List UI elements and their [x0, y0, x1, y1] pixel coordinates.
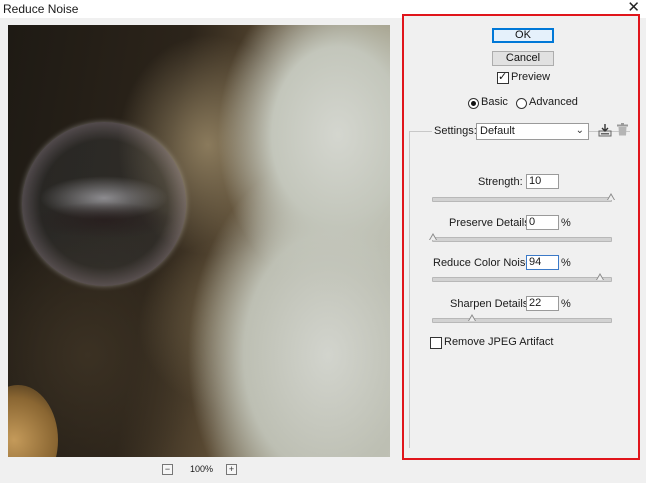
preserve-details-slider-handle[interactable]: [429, 233, 437, 240]
advanced-radio[interactable]: [516, 98, 527, 109]
save-settings-icon[interactable]: [598, 123, 612, 137]
preserve-details-slider[interactable]: [429, 233, 612, 242]
basic-radio[interactable]: [468, 98, 479, 109]
reduce-color-noise-field[interactable]: 94: [526, 255, 559, 270]
preview-checkbox[interactable]: [497, 70, 509, 84]
settings-panel: OK Cancel Preview Basic Advanced Setting…: [402, 14, 640, 460]
background-blob: [8, 385, 58, 457]
basic-label: Basic: [481, 96, 508, 108]
cancel-button[interactable]: Cancel: [492, 51, 554, 66]
reduce-color-noise-label: Reduce Color Noise:: [433, 257, 535, 269]
strength-slider-handle[interactable]: [607, 193, 615, 200]
remove-jpeg-artifact-label: Remove JPEG Artifact: [444, 336, 554, 348]
settings-label: Settings:: [432, 125, 479, 138]
zoom-level: 100%: [190, 464, 214, 474]
remove-jpeg-artifact-checkbox[interactable]: [430, 337, 442, 349]
zoom-out-button[interactable]: −: [162, 463, 173, 475]
advanced-label: Advanced: [529, 96, 578, 108]
preserve-details-field[interactable]: 0: [526, 215, 559, 230]
reduce-color-noise-slider[interactable]: [432, 273, 612, 282]
image-preview[interactable]: [8, 25, 390, 457]
strength-field[interactable]: 10: [526, 174, 559, 189]
ok-button[interactable]: OK: [492, 28, 554, 43]
zoom-controls: − 100% +: [162, 463, 237, 475]
strength-label: Strength:: [478, 176, 523, 188]
sharpen-details-percent: %: [561, 298, 571, 310]
chevron-down-icon: ⌄: [575, 125, 584, 136]
reduce-color-noise-slider-handle[interactable]: [596, 273, 605, 280]
window-title: Reduce Noise: [3, 2, 79, 16]
preserve-details-percent: %: [561, 217, 571, 229]
sharpen-details-label: Sharpen Details:: [450, 298, 532, 310]
preview-label: Preview: [511, 71, 551, 83]
settings-dropdown[interactable]: Default ⌄: [476, 123, 589, 140]
strength-slider[interactable]: [432, 193, 615, 202]
reduce-color-noise-percent: %: [561, 257, 571, 269]
settings-dropdown-value: Default: [480, 125, 515, 137]
sharpen-details-slider[interactable]: [432, 314, 612, 323]
zoom-in-button[interactable]: +: [226, 463, 237, 475]
trash-icon[interactable]: [617, 123, 628, 136]
sharpen-details-field[interactable]: 22: [526, 296, 559, 311]
preserve-details-label: Preserve Details:: [449, 217, 533, 229]
sharpen-details-slider-handle[interactable]: [468, 314, 477, 321]
bubble-image: [22, 122, 186, 286]
